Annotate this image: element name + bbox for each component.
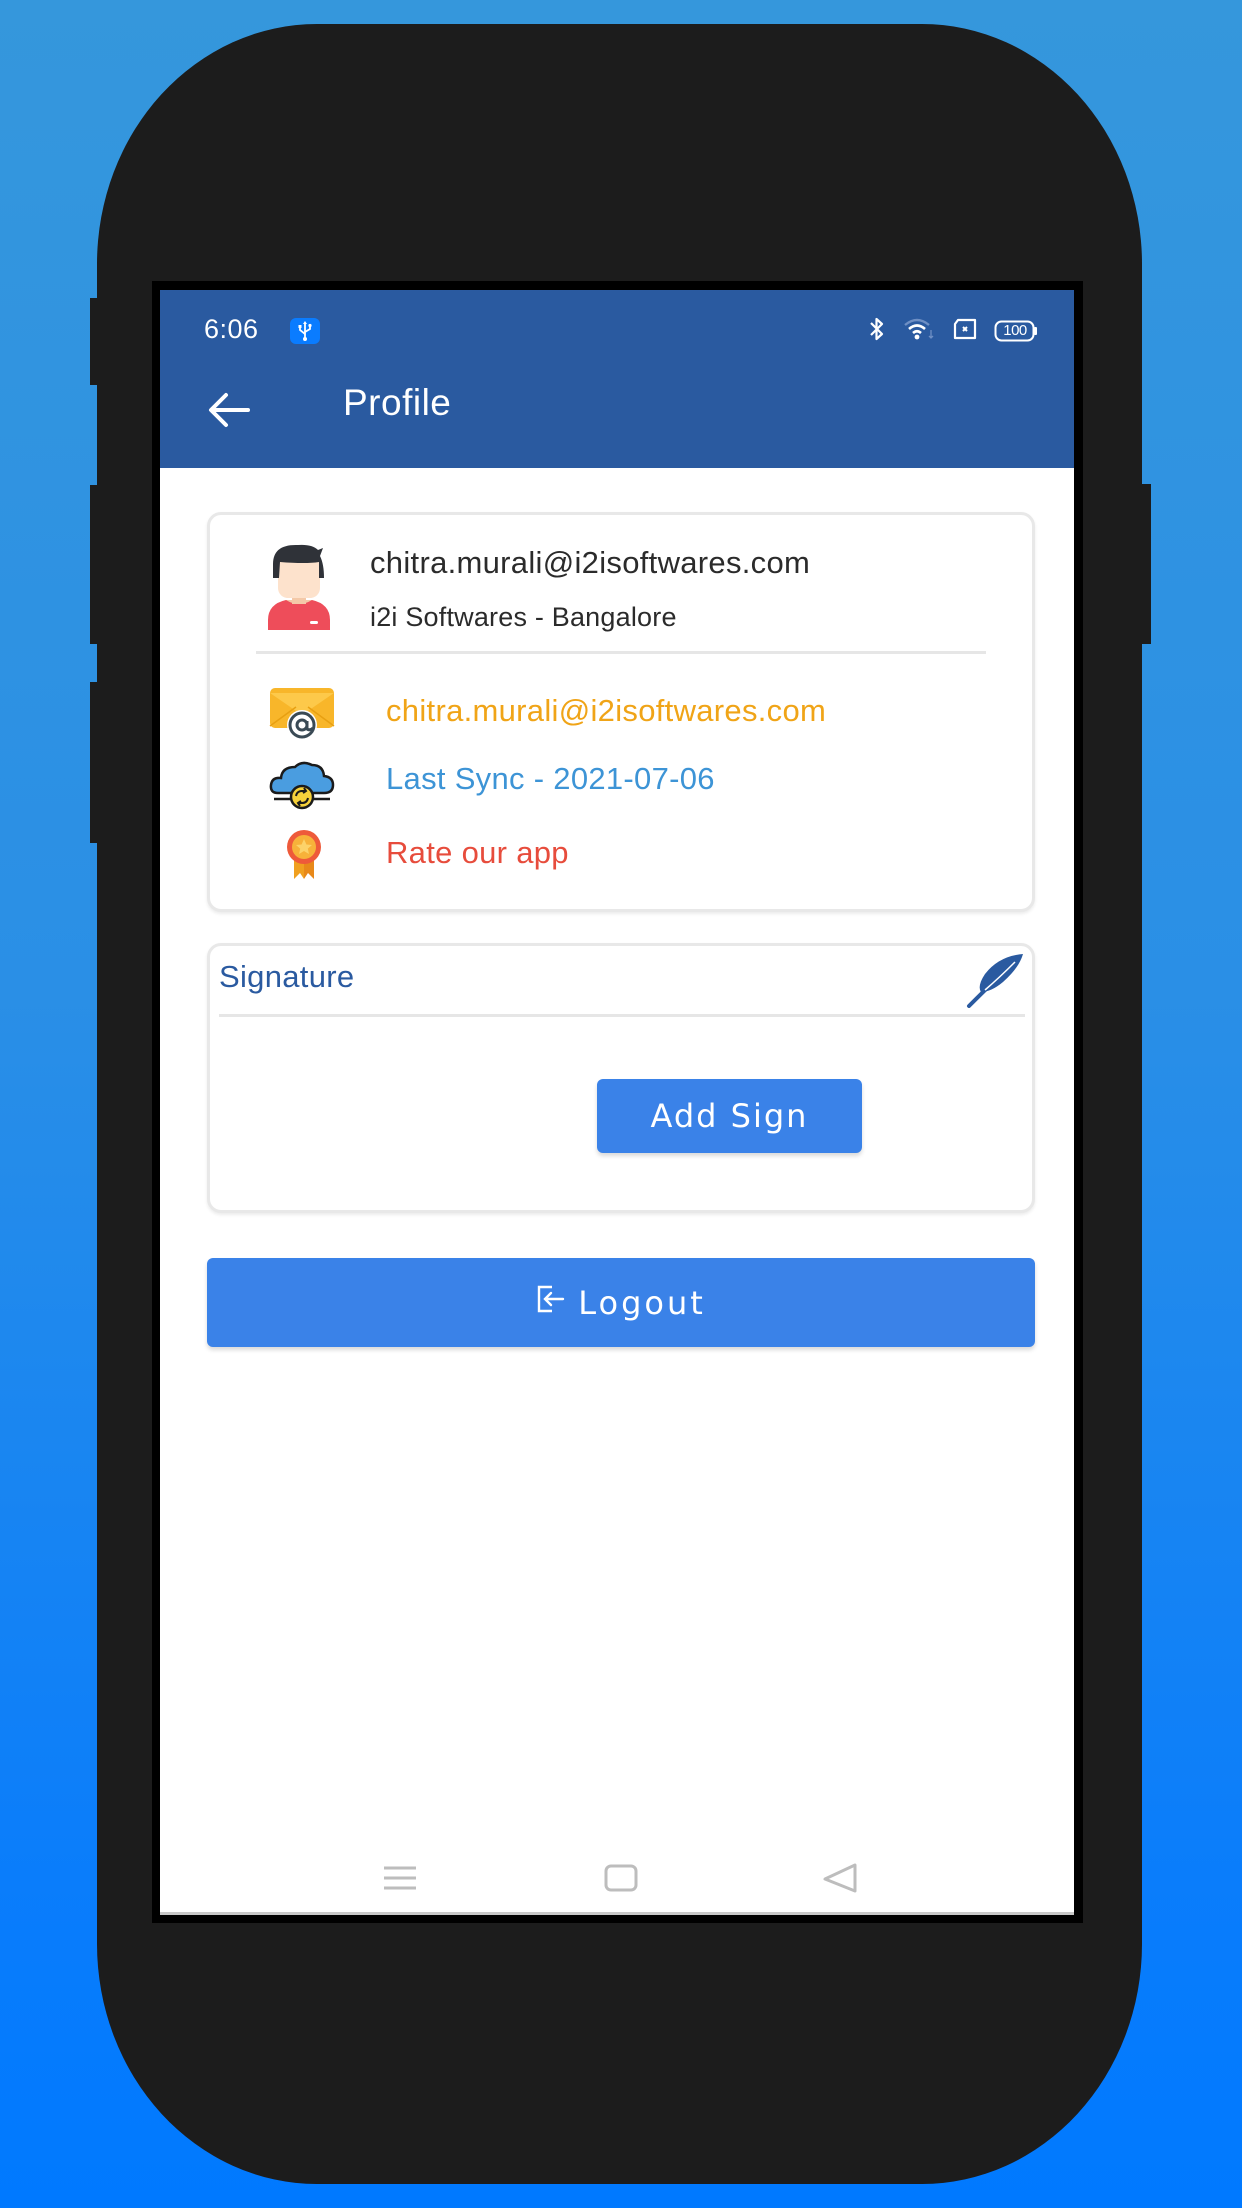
sim-icon	[952, 318, 978, 345]
divider	[256, 651, 986, 654]
battery-level: 100	[1003, 322, 1027, 339]
screen-bottom-edge	[160, 1912, 1074, 1915]
logout-icon	[536, 1284, 566, 1322]
last-sync-label: Last Sync - 2021-07-06	[386, 761, 715, 796]
usb-icon	[290, 318, 320, 344]
bluetooth-icon	[868, 316, 886, 347]
email-item[interactable]: chitra.murali@i2isoftwares.com	[266, 685, 986, 745]
add-sign-button[interactable]: Add Sign	[597, 1079, 862, 1153]
email-item-label: chitra.murali@i2isoftwares.com	[386, 693, 827, 728]
user-email: chitra.murali@i2isoftwares.com	[370, 545, 811, 580]
last-sync-item[interactable]: Last Sync - 2021-07-06	[266, 755, 986, 815]
user-company: i2i Softwares - Bangalore	[370, 602, 677, 632]
logout-label: Logout	[578, 1283, 706, 1322]
cloud-sync-icon	[268, 759, 336, 816]
side-button-right	[1140, 484, 1151, 644]
rate-app-item[interactable]: Rate our app	[266, 825, 986, 885]
back-icon[interactable]	[822, 1862, 858, 1899]
feather-pen-icon[interactable]	[965, 952, 1025, 1013]
screen: 6:06 100 Profile chitra.murali@i2isoftwa…	[160, 290, 1074, 1915]
side-button-left-2	[90, 485, 100, 644]
battery-icon: 100	[994, 320, 1038, 342]
side-button-left-3	[90, 682, 100, 843]
signature-title: Signature	[219, 959, 355, 994]
signature-card: Signature Add Sign	[207, 943, 1035, 1213]
mail-at-icon	[268, 685, 336, 746]
status-icons: 100	[868, 314, 1038, 348]
award-badge-icon	[284, 827, 324, 886]
app-bar: 6:06 100 Profile	[160, 290, 1074, 468]
back-button[interactable]	[206, 390, 254, 430]
status-time: 6:06	[204, 314, 259, 344]
home-icon[interactable]	[604, 1864, 638, 1897]
wifi-icon	[902, 316, 936, 347]
menu-icon[interactable]	[383, 1865, 417, 1896]
profile-card: chitra.murali@i2isoftwares.com i2i Softw…	[207, 512, 1035, 912]
page-title: Profile	[343, 382, 452, 423]
side-button-left-1	[90, 298, 100, 385]
user-avatar-icon	[262, 542, 336, 637]
divider	[219, 1014, 1025, 1017]
logout-button[interactable]: Logout	[207, 1258, 1035, 1347]
arrow-left-icon	[209, 393, 250, 427]
rate-app-label: Rate our app	[386, 835, 569, 870]
